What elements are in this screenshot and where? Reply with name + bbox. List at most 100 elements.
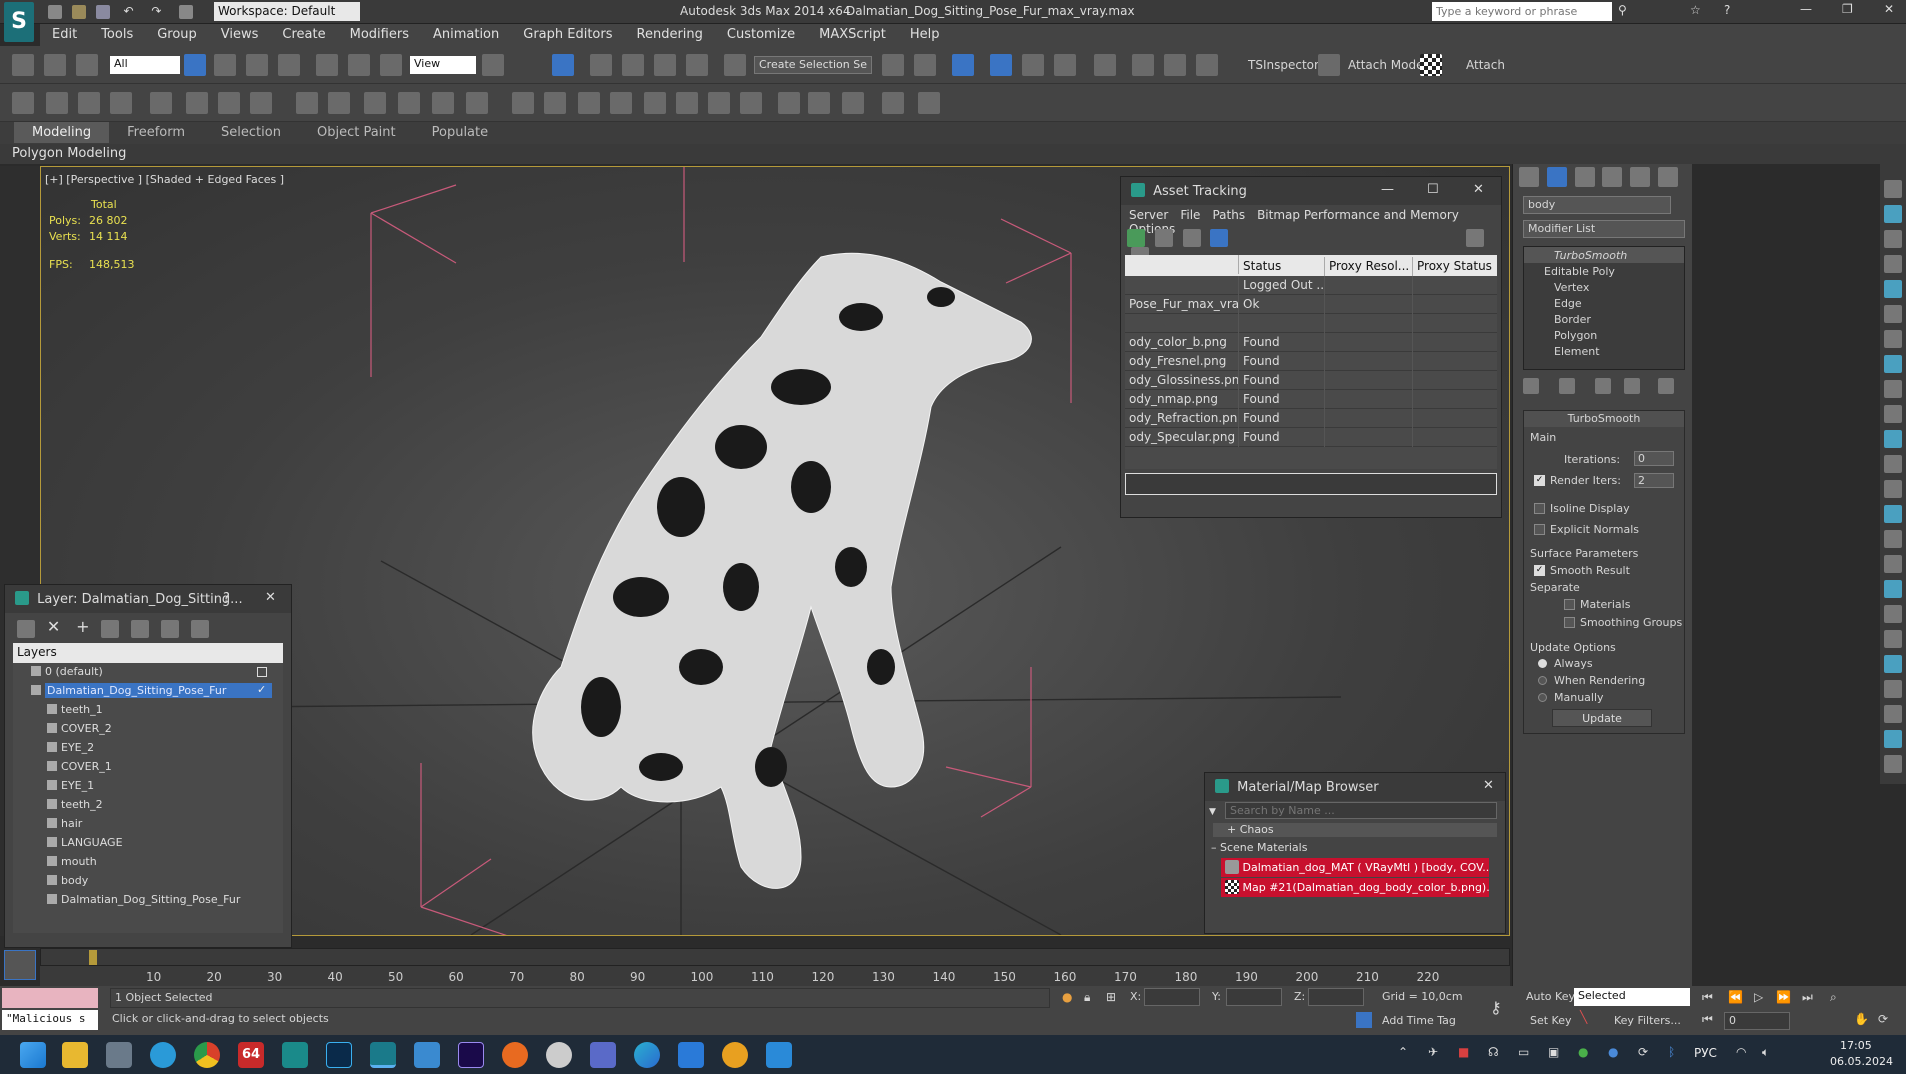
render-iters-spinner[interactable]: 2	[1634, 473, 1674, 488]
tray-send-icon[interactable]: ✈	[1428, 1045, 1438, 1059]
render-preset-icon[interactable]	[250, 92, 272, 114]
wifi-icon[interactable]: ◠	[1736, 1045, 1746, 1059]
asset-row[interactable]: ody_Refraction.png Found	[1125, 409, 1497, 428]
viewport-label[interactable]: [+] [Perspective ] [Shaded + Edged Faces…	[45, 173, 284, 186]
asset-menu-server[interactable]: Server	[1123, 208, 1174, 222]
edge-icon[interactable]	[634, 1042, 660, 1068]
right-strip-tool-icon[interactable]	[1884, 680, 1902, 698]
z-coordinate-field[interactable]	[1308, 988, 1364, 1006]
render-icon[interactable]	[1196, 54, 1218, 76]
camera-icon[interactable]	[766, 1042, 792, 1068]
3dsmax-active-icon[interactable]	[370, 1042, 396, 1068]
layer-manager-icon[interactable]	[17, 619, 35, 638]
right-strip-tool-icon[interactable]	[1884, 755, 1902, 773]
asset-menu-file[interactable]: File	[1174, 208, 1206, 222]
absolute-mode-icon[interactable]: ⊞	[1106, 990, 1116, 1004]
close-icon[interactable]: ✕	[1473, 182, 1484, 197]
materials-checkbox[interactable]	[1564, 599, 1575, 610]
refresh-icon[interactable]	[1127, 229, 1145, 247]
asset-menu-paths[interactable]: Paths	[1206, 208, 1251, 222]
next-frame-icon[interactable]: ⏩	[1776, 990, 1791, 1004]
subobject-edge[interactable]: Edge	[1524, 295, 1684, 311]
right-strip-tool-icon[interactable]	[1884, 505, 1902, 523]
attach-button[interactable]: Attach	[1466, 58, 1505, 72]
camera-match-icon[interactable]	[218, 92, 240, 114]
maximize-icon[interactable]: ☐	[1427, 182, 1439, 197]
help-icon[interactable]	[918, 92, 940, 114]
app-logo-icon[interactable]: S	[4, 2, 34, 42]
settings-gear-icon[interactable]	[106, 1042, 132, 1068]
file-explorer-icon[interactable]	[62, 1042, 88, 1068]
subobject-border[interactable]: Border	[1524, 311, 1684, 327]
render-setup-icon[interactable]	[882, 92, 904, 114]
previous-frame-icon[interactable]: ⏪	[1728, 990, 1743, 1004]
menu-graph-editors[interactable]: Graph Editors	[511, 24, 624, 45]
star-icon[interactable]: ☆	[1690, 3, 1701, 17]
menu-views[interactable]: Views	[209, 24, 271, 45]
3dsmax-taskbar-icon[interactable]	[282, 1042, 308, 1068]
hide-all-layers-icon[interactable]	[190, 619, 209, 638]
modifier-list-dropdown[interactable]: Modifier List	[1523, 220, 1685, 238]
smooth-result-checkbox[interactable]: ✓	[1534, 565, 1545, 576]
proxy-resolution-column-header[interactable]: Proxy Resol...	[1325, 257, 1413, 276]
right-strip-tool-icon[interactable]	[1884, 480, 1902, 498]
make-unique-icon[interactable]	[1594, 378, 1611, 394]
particle-view-icon[interactable]	[186, 92, 208, 114]
spinner-snap-icon[interactable]	[686, 54, 708, 76]
time-slider[interactable]	[40, 948, 1510, 966]
y-coordinate-field[interactable]	[1226, 988, 1282, 1006]
modifier-turbosmooth[interactable]: TurboSmooth	[1524, 247, 1684, 263]
select-layer-objects-icon[interactable]	[131, 619, 150, 638]
manually-radio[interactable]	[1538, 693, 1547, 702]
layer-explorer-icon[interactable]	[952, 54, 974, 76]
volume-icon[interactable]: 🔈︎	[1762, 1045, 1769, 1060]
iterations-spinner[interactable]: 0	[1634, 451, 1674, 466]
clock-time[interactable]: 17:05	[1840, 1039, 1872, 1052]
tray-display-icon[interactable]: ▭	[1518, 1045, 1529, 1059]
go-to-start-icon[interactable]: ⏮	[1702, 990, 1713, 1005]
box-primitive-icon[interactable]	[296, 92, 318, 114]
layers-column-header[interactable]: Layers	[13, 643, 283, 663]
tray-photo-icon[interactable]: ▣	[1548, 1045, 1559, 1059]
polygon-modeling-tab[interactable]: Polygon Modeling	[12, 146, 126, 161]
show-end-result-icon[interactable]	[1558, 378, 1575, 394]
right-strip-tool-icon[interactable]	[1884, 580, 1902, 598]
snap-toggle-icon[interactable]	[590, 54, 612, 76]
menu-create[interactable]: Create	[270, 24, 337, 45]
clock-date[interactable]: 06.05.2024	[1830, 1055, 1893, 1068]
grammarly-icon[interactable]	[502, 1042, 528, 1068]
tree-icon[interactable]	[644, 92, 666, 114]
right-strip-tool-icon[interactable]	[1884, 180, 1902, 198]
right-strip-tool-icon[interactable]	[1884, 355, 1902, 373]
table-view-icon[interactable]	[1210, 229, 1229, 247]
thumbnail-view-icon[interactable]	[1182, 229, 1201, 247]
layer-item[interactable]: 0 (default)	[13, 663, 283, 682]
right-strip-tool-icon[interactable]	[1884, 205, 1902, 223]
pan-icon[interactable]: ✋	[1854, 1012, 1869, 1026]
always-radio[interactable]	[1538, 659, 1547, 668]
menu-tools[interactable]: Tools	[89, 24, 145, 45]
app-64-icon[interactable]: 64	[238, 1042, 264, 1068]
ribbon-tab-populate[interactable]: Populate	[414, 122, 507, 143]
menu-modifiers[interactable]: Modifiers	[338, 24, 421, 45]
asset-menu-bitmap-performance-and-memory[interactable]: Bitmap Performance and Memory	[1251, 208, 1465, 222]
right-strip-tool-icon[interactable]	[1884, 530, 1902, 548]
grid-helper-icon[interactable]	[512, 92, 534, 114]
asset-row[interactable]: ody_Glossiness.png Found	[1125, 371, 1497, 390]
layer-item[interactable]: hair	[13, 815, 283, 834]
layer-item[interactable]: EYE_2	[13, 739, 283, 758]
current-frame-field[interactable]: 0	[1724, 1012, 1790, 1030]
right-strip-tool-icon[interactable]	[1884, 555, 1902, 573]
right-strip-tool-icon[interactable]	[1884, 455, 1902, 473]
toggle-ribbon-icon[interactable]	[990, 54, 1012, 76]
rendered-frame-icon[interactable]	[1164, 54, 1186, 76]
material-icon[interactable]	[808, 92, 830, 114]
x-coordinate-field[interactable]	[1144, 988, 1200, 1006]
orbit-icon[interactable]: ⟳	[1878, 1012, 1888, 1026]
menu-customize[interactable]: Customize	[715, 24, 807, 45]
menu-maxscript[interactable]: MAXScript	[807, 24, 898, 45]
after-effects-icon[interactable]	[458, 1042, 484, 1068]
ribbon-tab-modeling[interactable]: Modeling	[14, 122, 110, 143]
dummy-icon[interactable]	[610, 92, 632, 114]
geosphere-icon[interactable]	[364, 92, 386, 114]
